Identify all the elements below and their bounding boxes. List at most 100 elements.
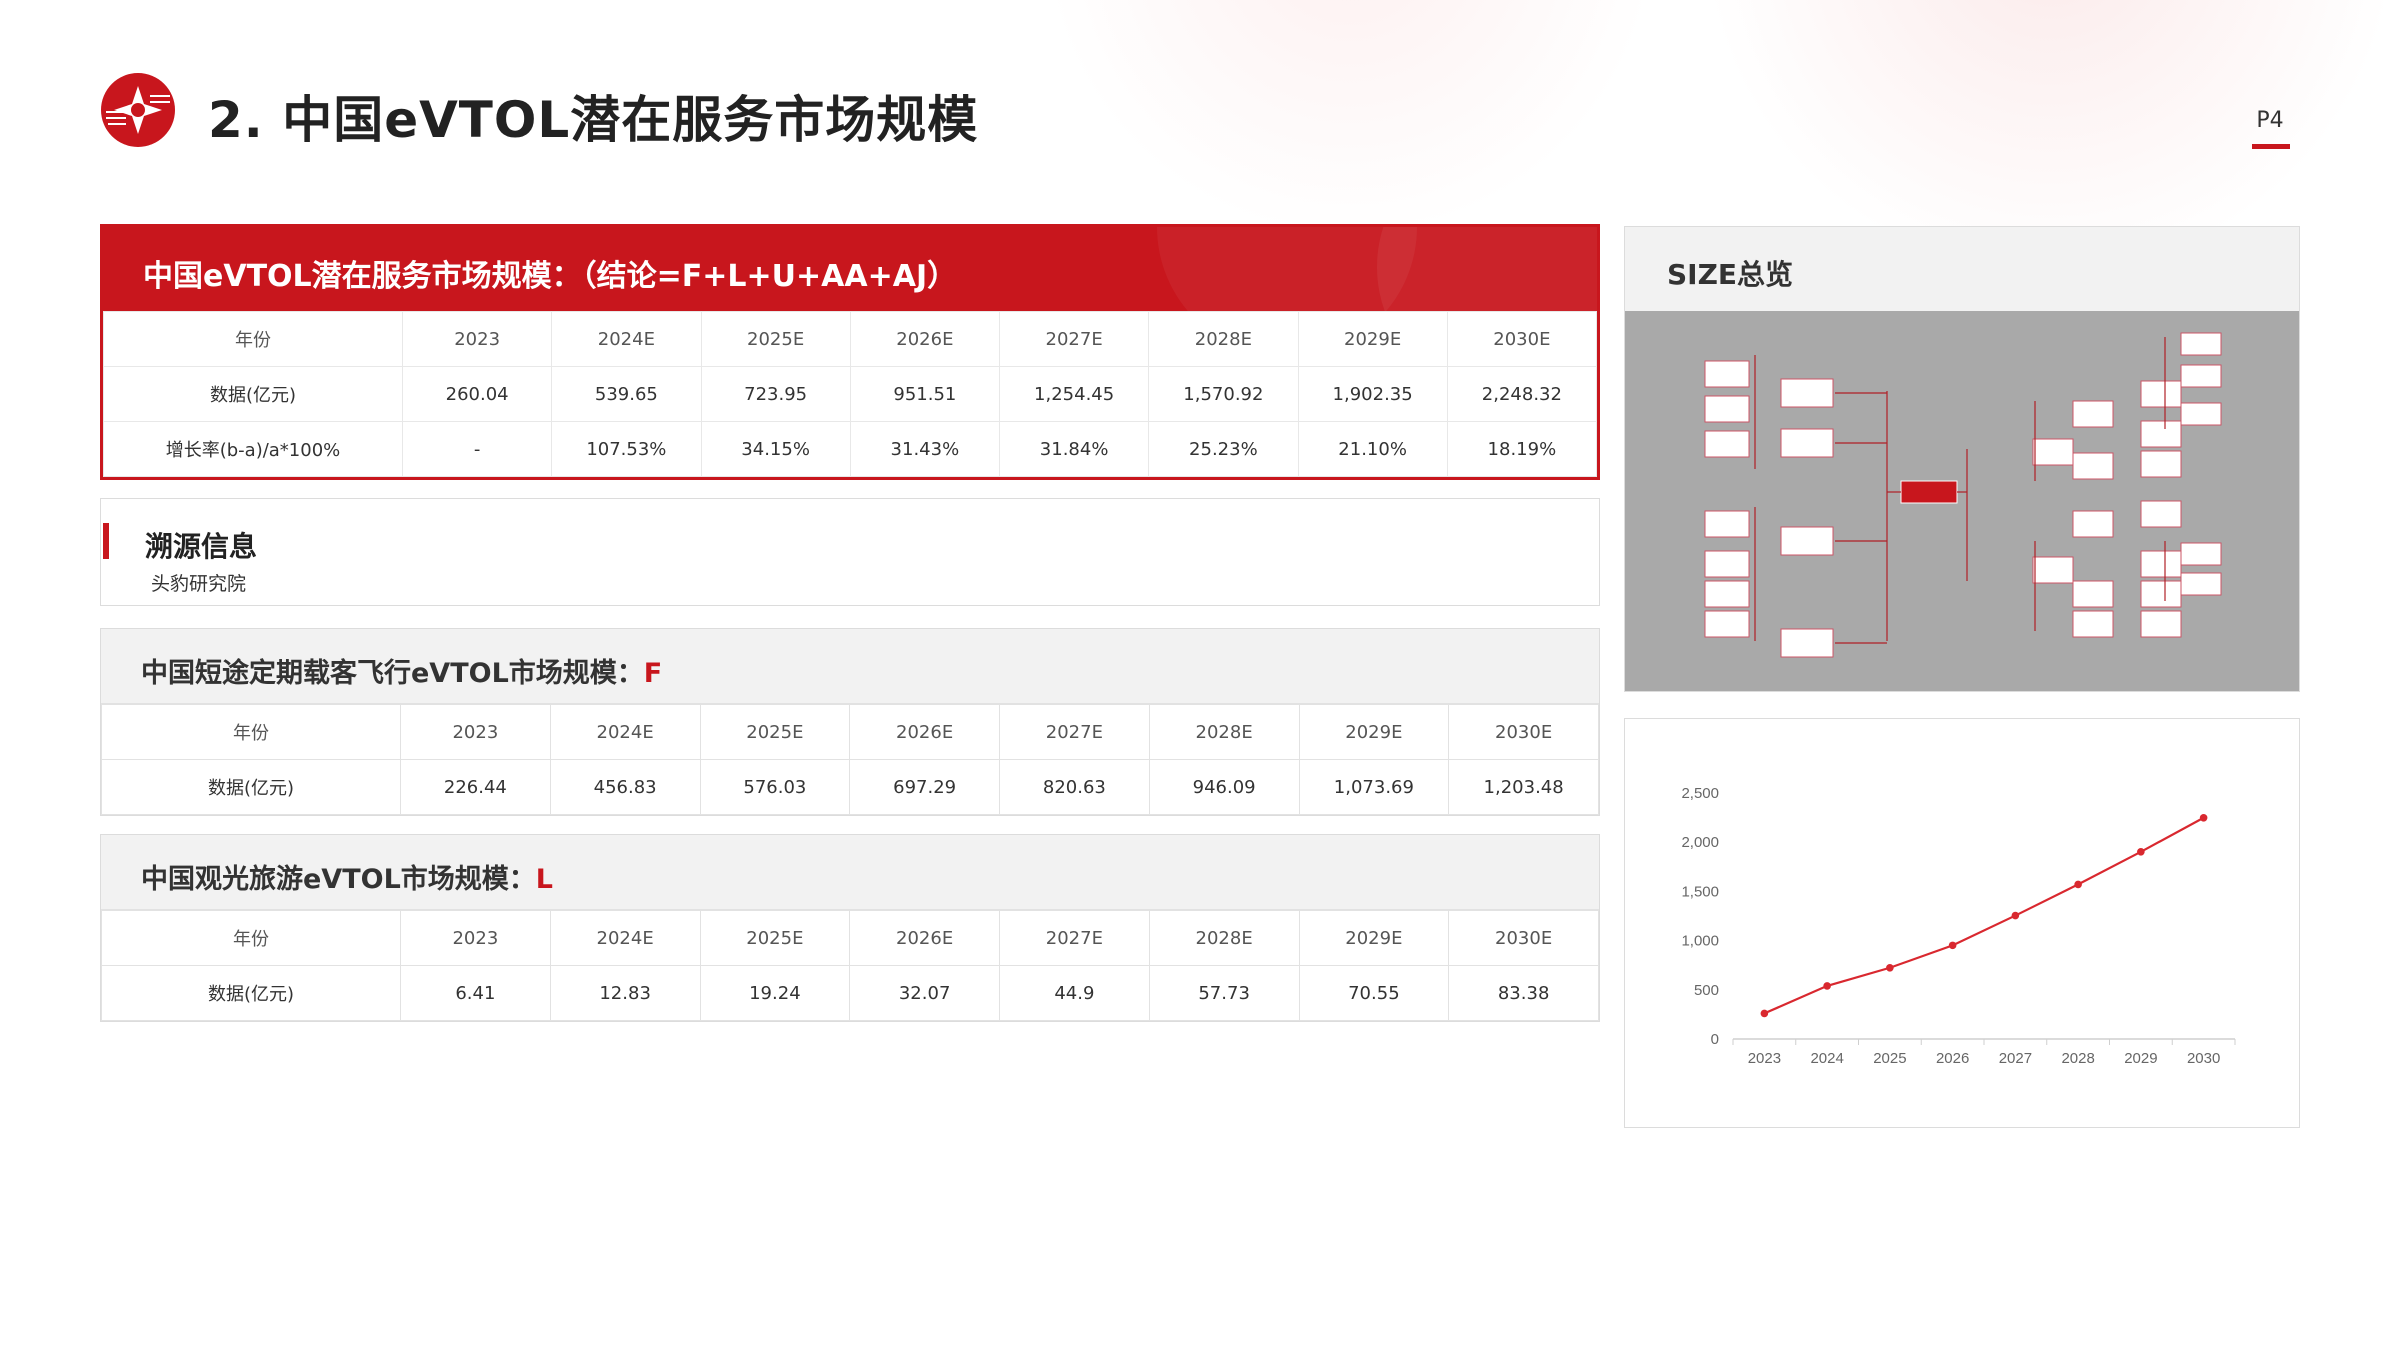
tree-node (2180, 332, 2222, 356)
data-point (2011, 911, 2020, 920)
tree-node (2140, 380, 2182, 408)
table-cell: 456.83 (549, 759, 701, 815)
y-tick-label: 1,500 (1681, 883, 1719, 900)
tree-node (1704, 430, 1750, 458)
table-cell: 1,254.45 (998, 366, 1150, 422)
size-overview-panel: SIZE总览 (1624, 226, 2300, 692)
table-l-card: 中国观光旅游eVTOL市场规模：L 年份 2023 2024E 2025E 2026E 2… (100, 834, 1600, 1022)
logo-icon (101, 73, 175, 147)
table-cell: 2,248.32 (1446, 366, 1598, 422)
row-label-cell: 数据(亿元) (103, 366, 403, 422)
tree-node (1704, 610, 1750, 638)
table-cell: 1,073.69 (1298, 759, 1450, 815)
tree-node (1704, 510, 1750, 538)
table-cell: 946.09 (1148, 759, 1300, 815)
table-cell: 2029E (1297, 311, 1448, 367)
table-cell: 107.53% (551, 421, 702, 477)
tree-node (2072, 580, 2114, 608)
tree-node (2032, 438, 2074, 466)
table-f-header: 中国短途定期载客飞行eVTOL市场规模：F (101, 629, 1599, 704)
table-cell: 1,570.92 (1148, 366, 1299, 422)
x-tick-label: 2030 (2187, 1050, 2220, 1067)
data-point (2074, 880, 2082, 889)
data-point (2199, 813, 2208, 822)
tree-node (2180, 542, 2222, 566)
table-header-row: 年份 2023 2024E 2025E 2026E 2027E 2028E 2029E 2030… (103, 311, 1598, 367)
table-cell: 260.04 (401, 366, 553, 422)
tree-node (1704, 550, 1750, 578)
x-tick-label: 2024 (1810, 1050, 1843, 1067)
table-cell: 19.24 (699, 965, 851, 1021)
size-overview-tree-diagram (1625, 311, 2299, 691)
table-cell: 2023 (401, 311, 553, 367)
table-f: 年份 2023 2024E 2025E 2026E 2027E 2028E 2029E 2030… (101, 704, 1599, 815)
table-cell: 12.83 (549, 965, 701, 1021)
tree-node (1704, 360, 1750, 388)
row-label-cell: 数据(亿元) (101, 965, 401, 1021)
table-row: 数据(亿元) 6.41 12.83 19.24 32.07 44.9 57.73 70.55 8… (101, 965, 1599, 1021)
y-tick-label: 2,500 (1681, 785, 1719, 802)
table-cell: 820.63 (999, 759, 1150, 815)
table-cell: 2026E (849, 704, 1000, 760)
table-cell: 2024E (549, 910, 701, 966)
page-number-underline (2252, 144, 2290, 149)
table-f-tag: F (643, 658, 663, 689)
page-number: P4 (2256, 108, 2284, 133)
table-cell: 576.03 (699, 759, 851, 815)
table-cell: 539.65 (551, 366, 702, 422)
table-header-row: 年份 2023 2024E 2025E 2026E 2027E 2028E 2029E 2030… (101, 910, 1599, 966)
table-cell: 18.19% (1446, 421, 1598, 477)
data-point (1886, 963, 1894, 972)
data-point (1760, 1009, 1769, 1018)
table-cell: 2030E (1446, 311, 1598, 367)
y-tick-label: 2,000 (1681, 834, 1719, 851)
tree-node (2140, 610, 2182, 638)
tree-node (1900, 480, 1958, 504)
table-cell: 2025E (700, 311, 851, 367)
x-tick-label: 2025 (1873, 1050, 1906, 1067)
table-row: 数据(亿元) 226.44 456.83 576.03 697.29 820.63 946.… (101, 759, 1599, 815)
tree-node (1704, 395, 1750, 423)
table-cell: 1,203.48 (1448, 759, 1599, 815)
table-cell: 25.23% (1148, 421, 1299, 477)
tree-node (2032, 556, 2074, 584)
table-cell: 2025E (699, 910, 851, 966)
size-overview-title: SIZE总览 (1667, 258, 1794, 291)
x-tick-label: 2028 (2061, 1050, 2094, 1067)
size-overview-header: SIZE总览 (1625, 227, 2299, 311)
table-l-header: 中国观光旅游eVTOL市场规模：L (101, 835, 1599, 910)
table-cell: 2023 (400, 910, 551, 966)
main-table-title: 中国eVTOL潜在服务市场规模：（结论=F+L+U+AA+AJ） (143, 259, 958, 294)
table-cell: 2024E (551, 311, 702, 367)
table-cell: 2027E (999, 704, 1150, 760)
table-cell: 2028E (1148, 910, 1300, 966)
data-point (2137, 848, 2145, 856)
main-table-title-bar: 中国eVTOL潜在服务市场规模：（结论=F+L+U+AA+AJ） (103, 227, 1597, 311)
table-cell: 226.44 (400, 759, 551, 815)
tree-node (2180, 364, 2222, 388)
source-info-card: 溯源信息 头豹研究院 (100, 498, 1600, 606)
table-cell: 2028E (1148, 311, 1299, 367)
table-cell: 697.29 (849, 759, 1000, 815)
data-point (1948, 941, 1957, 950)
background-decoration (1040, 0, 1660, 240)
tree-node (2140, 550, 2182, 578)
table-cell: 34.15% (700, 421, 851, 477)
table-f-card: 中国短途定期载客飞行eVTOL市场规模：F 年份 2023 2024E 2025E 20… (100, 628, 1600, 816)
table-cell: 2029E (1298, 910, 1450, 966)
table-cell: 2025E (699, 704, 851, 760)
table-header-row: 年份 2023 2024E 2025E 2026E 2027E 2028E 2029E 2030… (101, 704, 1599, 760)
row-label-cell: 年份 (101, 704, 401, 760)
tree-node (1780, 526, 1834, 556)
main-market-size-table: 年份 2023 2024E 2025E 2026E 2027E 2028E 2029E 2030… (103, 311, 1598, 477)
data-point (1823, 982, 1831, 990)
tree-node (2072, 610, 2114, 638)
table-cell: 32.07 (849, 965, 1000, 1021)
x-tick-label: 2027 (1999, 1050, 2032, 1067)
tree-node (1704, 580, 1750, 608)
trend-line-chart: 0 500 1,000 1,500 2,000 2,500 2023 2024 2025 2026… (1681, 785, 2236, 1067)
table-l-title: 中国观光旅游eVTOL市场规模：L (141, 864, 554, 895)
row-label-cell: 数据(亿元) (101, 759, 401, 815)
y-tick-label: 1,000 (1681, 933, 1719, 950)
table-cell: 723.95 (700, 366, 851, 422)
